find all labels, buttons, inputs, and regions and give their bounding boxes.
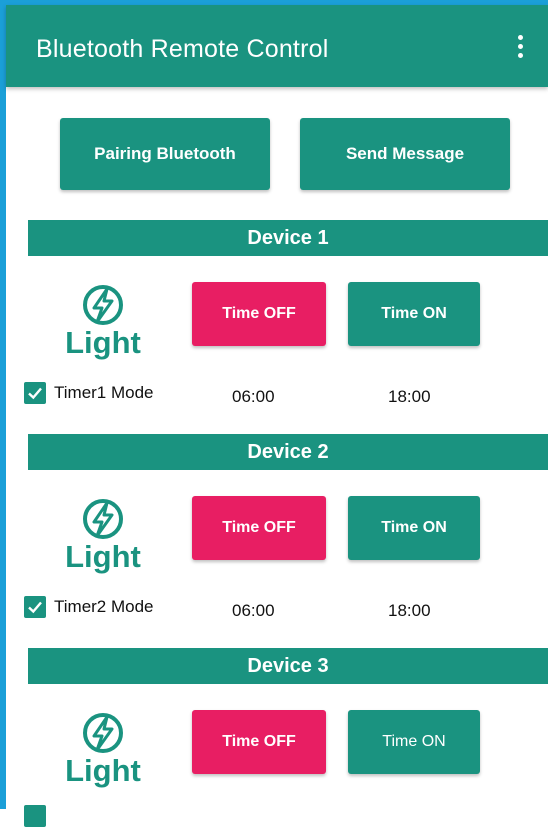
check-icon bbox=[28, 601, 42, 614]
app-bar: Bluetooth Remote Control bbox=[6, 5, 548, 87]
logo-text: Light bbox=[65, 325, 141, 360]
send-message-button[interactable]: Send Message bbox=[300, 118, 510, 190]
device-2-timer-mode-label: Timer2 Mode bbox=[54, 597, 154, 616]
lightning-bolt-icon bbox=[83, 713, 123, 753]
device-2-logo: Light bbox=[53, 497, 153, 579]
device-2-time-on-button[interactable]: Time ON bbox=[348, 496, 480, 560]
app-title: Bluetooth Remote Control bbox=[36, 35, 329, 63]
logo-text: Light bbox=[65, 753, 141, 788]
device-3-header: Device 3 bbox=[28, 648, 548, 684]
device-1-timer-checkbox[interactable] bbox=[24, 382, 46, 404]
device-2-off-time: 06:00 bbox=[232, 601, 275, 620]
lightning-bolt-icon bbox=[83, 285, 123, 325]
device-3-time-off-button[interactable]: Time OFF bbox=[192, 710, 326, 774]
device-2-on-time: 18:00 bbox=[388, 601, 431, 620]
device-3-logo: Light bbox=[53, 711, 153, 793]
device-1-logo: Light bbox=[53, 283, 153, 365]
logo-text: Light bbox=[65, 539, 141, 574]
device-1-on-time: 18:00 bbox=[388, 387, 431, 406]
device-2-header: Device 2 bbox=[28, 434, 548, 470]
check-icon bbox=[28, 387, 42, 400]
device-3-time-on-button[interactable]: Time ON bbox=[348, 710, 480, 774]
device-1-header: Device 1 bbox=[28, 220, 548, 256]
more-vert-icon[interactable] bbox=[512, 35, 528, 65]
window-frame-left bbox=[0, 0, 6, 809]
device-1-off-time: 06:00 bbox=[232, 387, 275, 406]
device-1-time-on-button[interactable]: Time ON bbox=[348, 282, 480, 346]
device-1-time-off-button[interactable]: Time OFF bbox=[192, 282, 326, 346]
device-1-timer-mode-label: Timer1 Mode bbox=[54, 383, 154, 402]
pairing-bluetooth-button[interactable]: Pairing Bluetooth bbox=[60, 118, 270, 190]
device-2-timer-checkbox[interactable] bbox=[24, 596, 46, 618]
lightning-bolt-icon bbox=[83, 499, 123, 539]
device-2-time-off-button[interactable]: Time OFF bbox=[192, 496, 326, 560]
device-3-timer-checkbox[interactable] bbox=[24, 805, 46, 827]
